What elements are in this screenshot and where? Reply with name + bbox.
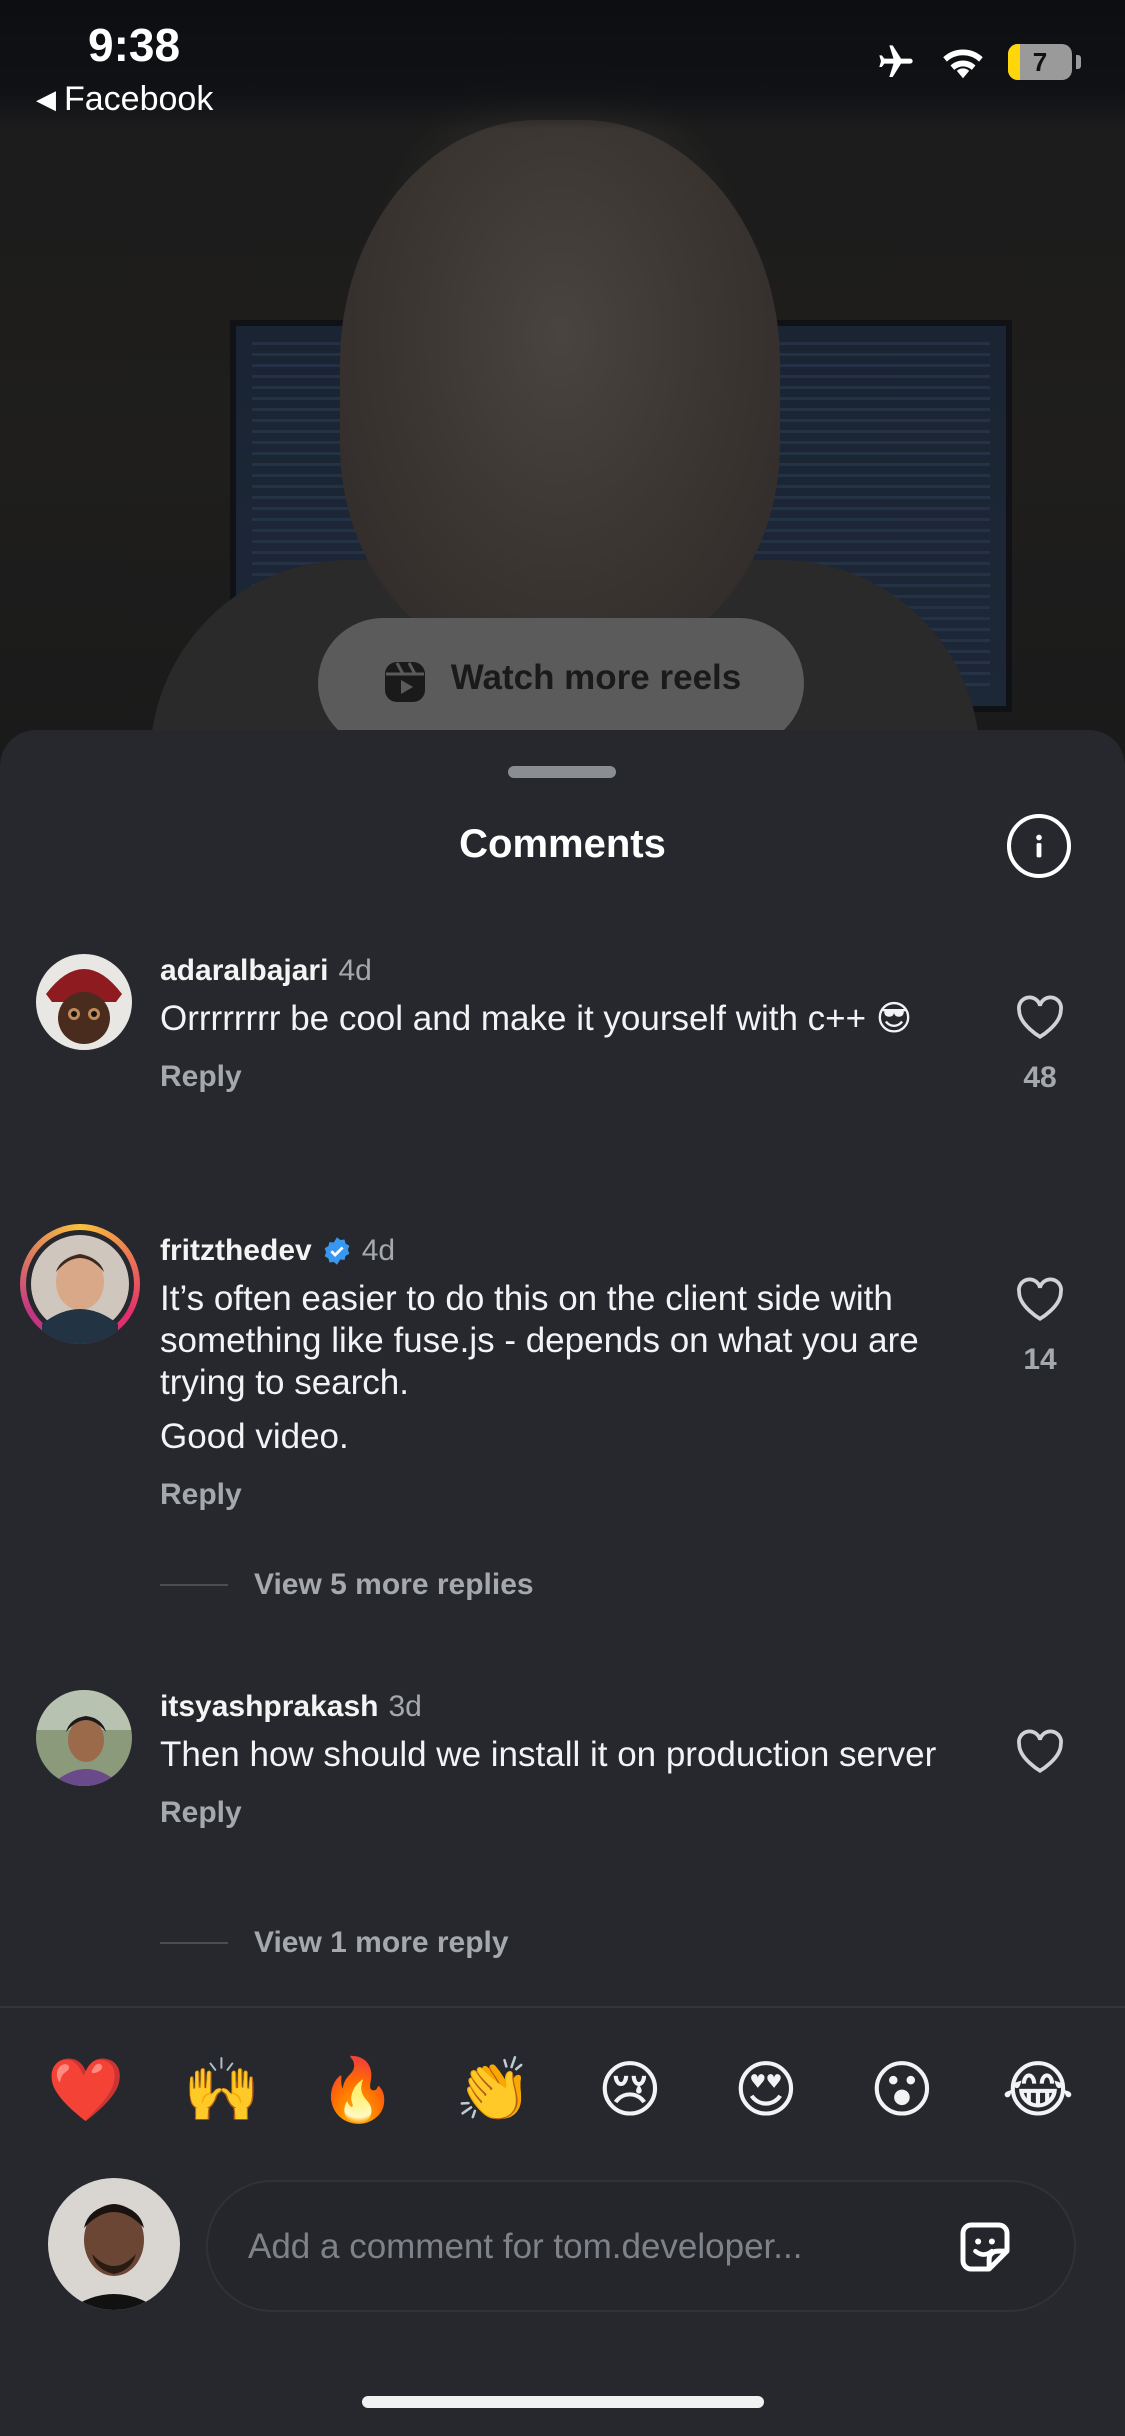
reels-icon — [384, 662, 425, 702]
view-more-replies-label: View 5 more replies — [254, 1568, 534, 1601]
info-button[interactable] — [1007, 814, 1071, 878]
comment-composer — [206, 2180, 1076, 2312]
status-icons: 7 — [874, 42, 1081, 82]
like-count: 14 — [1023, 1343, 1057, 1376]
comment-text: Then how should we install it on product… — [160, 1735, 937, 1774]
view-more-replies-label: View 1 more reply — [254, 1926, 509, 1959]
heart-icon[interactable] — [1015, 1728, 1065, 1774]
reply-thread-line — [160, 1942, 228, 1944]
quick-emoji-bar: ❤️ 🙌 🔥 👏 😢 😍 😮 😂 — [0, 2042, 1125, 2142]
comment-username[interactable]: itsyashprakash — [160, 1690, 378, 1724]
back-app-label: Facebook — [64, 80, 214, 118]
emoji-heart-button[interactable]: ❤️ — [46, 2042, 126, 2138]
battery-level: 7 — [1032, 46, 1048, 77]
sheet-drag-handle[interactable] — [508, 766, 616, 778]
video-person-face — [340, 120, 780, 660]
back-to-app-link[interactable]: ◀ Facebook — [36, 80, 213, 119]
reply-button[interactable]: Reply — [160, 1060, 960, 1094]
reply-button[interactable]: Reply — [160, 1478, 960, 1512]
emoji-raised-hands-button[interactable]: 🙌 — [182, 2042, 262, 2138]
comment-text: It’s often easier to do this on the clie… — [160, 1279, 919, 1402]
comment-age: 4d — [338, 954, 372, 987]
avatar[interactable] — [36, 1690, 132, 1786]
status-time: 9:38 — [88, 19, 181, 71]
emoji-heart-eyes-button[interactable]: 😍 — [726, 2042, 806, 2138]
battery-icon: 7 — [1008, 44, 1072, 80]
sticker-icon[interactable] — [952, 2214, 1018, 2280]
verified-badge-icon — [324, 1237, 350, 1265]
emoji-surprised-button[interactable]: 😮 — [862, 2042, 942, 2138]
view-more-replies-button[interactable]: View 5 more replies — [160, 1568, 534, 1602]
comment-age: 3d — [388, 1690, 422, 1723]
reply-button[interactable]: Reply — [160, 1796, 960, 1830]
back-triangle-icon: ◀ — [36, 84, 56, 114]
emoji-cry-button[interactable]: 😢 — [590, 2042, 670, 2138]
comment-text: Orrrrrrrr be cool and make it yourself w… — [160, 999, 913, 1038]
watch-more-reels-button[interactable]: Watch more reels — [318, 618, 804, 748]
view-more-replies-button[interactable]: View 1 more reply — [160, 1926, 509, 1960]
heart-icon[interactable] — [1015, 1276, 1065, 1322]
emoji-fire-button[interactable]: 🔥 — [318, 2042, 398, 2138]
emoji-clap-button[interactable]: 👏 — [454, 2042, 534, 2138]
airplane-icon — [879, 45, 913, 77]
like-count: 48 — [1023, 1061, 1057, 1094]
avatar-story-ring[interactable] — [20, 1224, 140, 1344]
sheet-title: Comments — [459, 822, 666, 866]
comments-sheet: Comments adaralbajari 4d Orrrrrrrr be co… — [0, 730, 1125, 2436]
status-bar: 9:38 ◀ Facebook 7 — [0, 0, 1125, 130]
watch-more-reels-label: Watch more reels — [450, 658, 742, 697]
comment-username[interactable]: adaralbajari — [160, 954, 328, 988]
comment-text-line-2: Good video. — [160, 1417, 349, 1456]
current-user-avatar — [48, 2178, 180, 2310]
composer-divider — [0, 2006, 1125, 2008]
reply-thread-line — [160, 1584, 228, 1586]
comment-age: 4d — [361, 1234, 396, 1267]
home-indicator[interactable] — [362, 2396, 764, 2408]
emoji-joy-button[interactable]: 😂 — [998, 2042, 1078, 2138]
heart-icon[interactable] — [1015, 994, 1065, 1040]
comment-username[interactable]: fritzthedev — [160, 1234, 312, 1268]
comment-input[interactable] — [246, 2182, 910, 2312]
info-icon — [1036, 834, 1042, 858]
wifi-icon — [943, 49, 983, 79]
avatar[interactable] — [36, 954, 132, 1050]
